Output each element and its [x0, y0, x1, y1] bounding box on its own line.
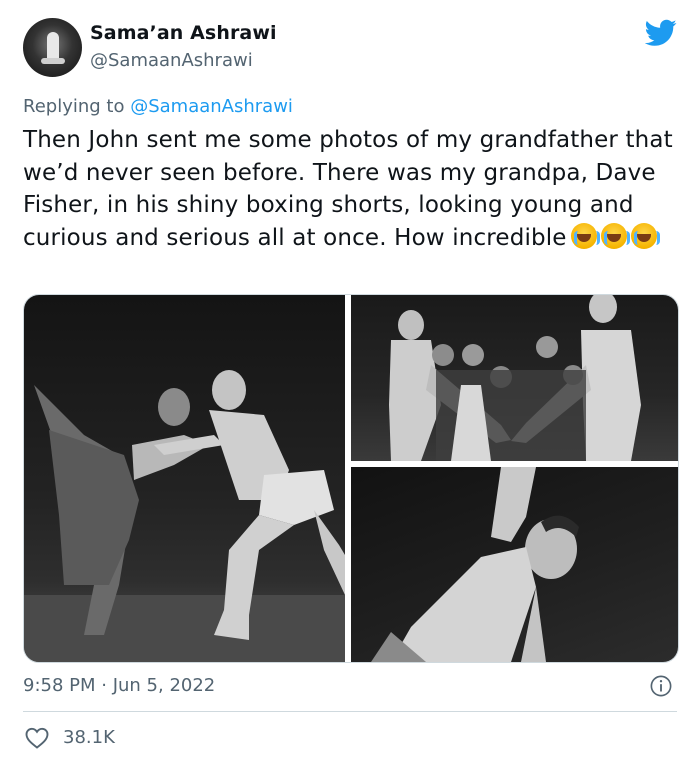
- photo-handshake[interactable]: [351, 295, 678, 461]
- tweet-date: Jun 5, 2022: [112, 675, 216, 696]
- tweet-text: Then John sent me some photos of my gran…: [23, 124, 683, 254]
- photo-dancers-art: [24, 370, 345, 662]
- heart-icon[interactable]: [25, 727, 49, 749]
- replying-to-label: Replying to: [23, 96, 131, 117]
- like-count[interactable]: 38.1K: [63, 727, 115, 748]
- divider: [23, 711, 677, 712]
- tweet-timestamp[interactable]: 9:58 PM · Jun 5, 2022: [23, 675, 215, 696]
- photo-dancers[interactable]: [24, 295, 345, 662]
- photo-stretch-art: [371, 467, 579, 662]
- avatar-figure-base: [41, 58, 65, 64]
- reply-mention-link[interactable]: @SamaanAshrawi: [130, 96, 293, 117]
- avatar[interactable]: [23, 18, 82, 77]
- photo-handshake-art: [389, 295, 641, 461]
- loudly-crying-face-emoji: [600, 222, 630, 249]
- author-display-name[interactable]: Sama’an Ashrawi: [90, 22, 277, 44]
- loudly-crying-face-emoji: [630, 222, 660, 249]
- tweet-time: 9:58 PM: [23, 675, 96, 696]
- replying-to: Replying to @SamaanAshrawi: [23, 96, 293, 117]
- info-icon[interactable]: [650, 675, 672, 697]
- media-grid: [23, 294, 679, 663]
- author-handle[interactable]: @SamaanAshrawi: [90, 50, 253, 71]
- loudly-crying-face-emoji: [570, 222, 600, 249]
- photo-stretch[interactable]: [351, 467, 678, 662]
- timestamp-separator: ·: [95, 675, 113, 696]
- twitter-bird-icon[interactable]: [645, 19, 677, 47]
